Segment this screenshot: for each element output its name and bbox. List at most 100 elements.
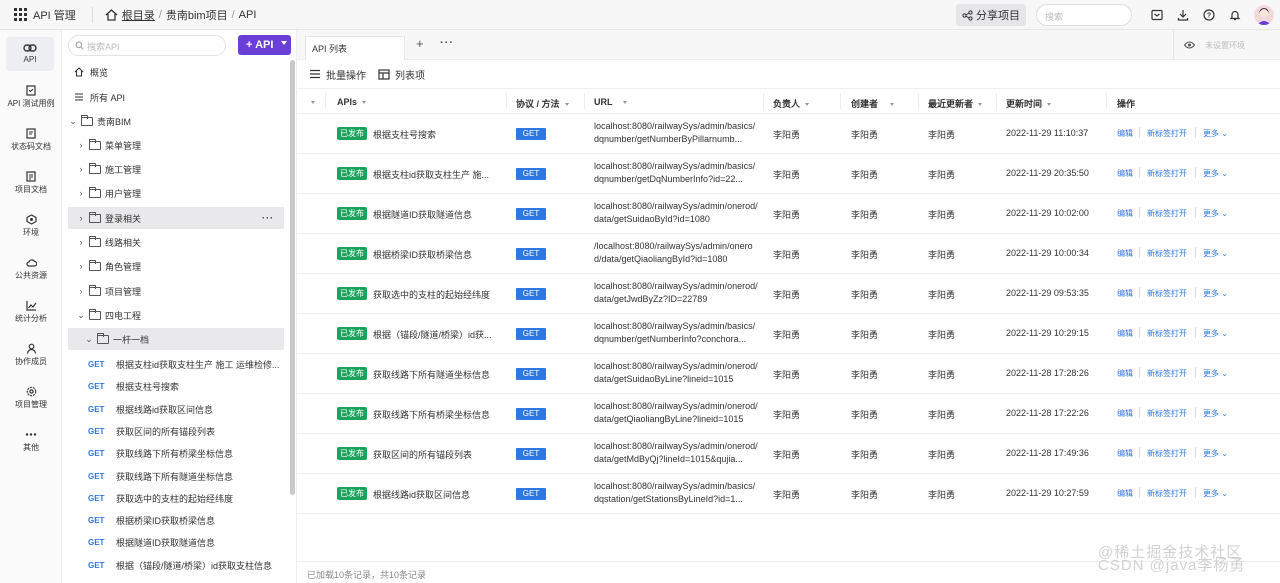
tree-folder[interactable]: ⌄ 四电工程 [68, 304, 284, 326]
chevron-right-icon[interactable]: › [76, 261, 86, 271]
table-row[interactable]: 已发布 根据桥梁ID获取桥梁信息 GET/localhost:8080/railwa… [297, 234, 1280, 274]
tree-folder-root[interactable]: ⌄ 贵南BIM [68, 110, 284, 132]
more-actions-dropdown[interactable]: 更多 ⌄ [1203, 128, 1228, 139]
more-actions-dropdown[interactable]: 更多 ⌄ [1203, 248, 1228, 259]
column-header-apis[interactable]: APIs [337, 97, 367, 107]
global-search-input[interactable]: 搜索 [1036, 4, 1132, 26]
table-row[interactable]: 已发布 根据隧道ID获取隧道信息 GET localhost:8080/railway… [297, 194, 1280, 234]
tree-api-item[interactable]: GET 获取线路下所有隧道坐标信息 [68, 465, 284, 487]
chevron-right-icon[interactable]: › [76, 286, 86, 296]
more-options-icon[interactable]: ··· [262, 213, 274, 223]
api-name-link[interactable]: 获取线路下所有隧道坐标信息 [373, 368, 499, 381]
columns-button[interactable]: 列表项 [378, 67, 425, 82]
nav-item-project-docs[interactable]: 项目文档 [0, 171, 62, 195]
api-name-link[interactable]: 根据隧道ID获取隧道信息 [373, 208, 499, 221]
table-row[interactable]: 已发布 获取区间的所有锚段列表 GET localhost:8080/railwayS… [297, 434, 1280, 474]
tree-folder[interactable]: › 施工管理 [68, 158, 284, 180]
tree-api-item[interactable]: GET 根据隧道ID获取隧道信息 [68, 531, 284, 553]
edit-link[interactable]: 编辑 [1117, 368, 1133, 379]
tree-item-all-api[interactable]: 所有 API [68, 86, 284, 108]
column-header-protocol[interactable]: 协议 / 方法 [516, 97, 569, 110]
table-row[interactable]: 已发布 根据支柱id获取支柱生产 施... GET localhost:8080/ra… [297, 154, 1280, 194]
tree-api-item[interactable]: GET 根据桥梁ID获取桥梁信息 [68, 509, 284, 531]
tree-item-overview[interactable]: 概览 [68, 61, 284, 83]
open-new-tab-link[interactable]: 新标签打开 [1147, 208, 1187, 219]
more-actions-dropdown[interactable]: 更多 ⌄ [1203, 448, 1228, 459]
select-all-caret[interactable] [311, 97, 315, 107]
edit-link[interactable]: 编辑 [1117, 288, 1133, 299]
message-icon[interactable] [1144, 4, 1170, 26]
table-row[interactable]: 已发布 获取线路下所有隧道坐标信息 GET localhost:8080/railwa… [297, 354, 1280, 394]
chevron-down-icon[interactable]: ⌄ [84, 334, 94, 345]
tree-search-input[interactable]: 搜索API [68, 35, 226, 56]
user-avatar[interactable] [1254, 5, 1274, 25]
nav-item-status-docs[interactable]: 状态码文档 [0, 128, 62, 152]
more-actions-dropdown[interactable]: 更多 ⌄ [1203, 168, 1228, 179]
nav-item-project-settings[interactable]: 项目管理 [0, 386, 62, 410]
chevron-down-icon[interactable] [281, 41, 287, 45]
tree-api-item[interactable]: GET 获取区间的所有锚段列表 [68, 420, 284, 442]
chevron-right-icon[interactable]: › [76, 164, 86, 174]
breadcrumb-root-link[interactable]: 根目录 [122, 7, 155, 23]
tree-scrollbar[interactable] [290, 60, 295, 495]
edit-link[interactable]: 编辑 [1117, 208, 1133, 219]
api-name-link[interactable]: 获取区间的所有锚段列表 [373, 448, 499, 461]
open-new-tab-link[interactable]: 新标签打开 [1147, 128, 1187, 139]
table-row[interactable]: 已发布 获取线路下所有桥梁坐标信息 GET localhost:8080/railwa… [297, 394, 1280, 434]
add-api-button[interactable]: + API [238, 35, 291, 55]
column-header-updater[interactable]: 最近更新者 [928, 97, 983, 110]
chevron-right-icon[interactable]: › [76, 213, 86, 223]
tree-api-item[interactable]: GET 根据线路id获取区间信息 [68, 398, 284, 420]
tree-api-item[interactable]: GET 根据（锚段/隧道/桥梁）id获取支柱信息 [68, 554, 284, 576]
open-new-tab-link[interactable]: 新标签打开 [1147, 368, 1187, 379]
tree-api-item[interactable]: GET 根据支柱号搜索 [68, 375, 284, 397]
tree-api-item[interactable]: GET 获取选中的支柱的起始经纬度 [68, 487, 284, 509]
share-project-button[interactable]: 分享项目 [956, 4, 1026, 26]
table-row[interactable]: 已发布 根据支柱号搜索 GET localhost:8080/railwaySys/a… [297, 114, 1280, 154]
edit-link[interactable]: 编辑 [1117, 448, 1133, 459]
tab-api-list[interactable]: API 列表 [305, 36, 405, 60]
open-new-tab-link[interactable]: 新标签打开 [1147, 168, 1187, 179]
edit-link[interactable]: 编辑 [1117, 168, 1133, 179]
more-actions-dropdown[interactable]: 更多 ⌄ [1203, 368, 1228, 379]
nav-item-other[interactable]: 其他 [0, 429, 62, 453]
table-row[interactable]: 已发布 根据（锚段/隧道/桥梁）id获... GET localhost:8080/r… [297, 314, 1280, 354]
edit-link[interactable]: 编辑 [1117, 328, 1133, 339]
api-name-link[interactable]: 根据支柱号搜索 [373, 128, 499, 141]
nav-item-environment[interactable]: 环境 [0, 214, 62, 238]
column-header-owner[interactable]: 负责人 [773, 97, 810, 110]
environment-select[interactable]: 未设置环境 [1173, 30, 1280, 60]
nav-item-members[interactable]: 协作成员 [0, 343, 62, 367]
edit-link[interactable]: 编辑 [1117, 248, 1133, 259]
nav-item-test-cases[interactable]: API 测试用例 [0, 85, 62, 109]
open-new-tab-link[interactable]: 新标签打开 [1147, 288, 1187, 299]
api-name-link[interactable]: 获取选中的支柱的起始经纬度 [373, 288, 499, 301]
add-tab-button[interactable]: + [416, 36, 424, 51]
api-name-link[interactable]: 根据桥梁ID获取桥梁信息 [373, 248, 499, 261]
more-actions-dropdown[interactable]: 更多 ⌄ [1203, 408, 1228, 419]
open-new-tab-link[interactable]: 新标签打开 [1147, 488, 1187, 499]
more-actions-dropdown[interactable]: 更多 ⌄ [1203, 488, 1228, 499]
tree-folder-selected[interactable]: › 登录相关 ··· [68, 207, 284, 229]
open-new-tab-link[interactable]: 新标签打开 [1147, 448, 1187, 459]
api-name-link[interactable]: 根据（锚段/隧道/桥梁）id获... [373, 328, 499, 341]
column-header-updated[interactable]: 更新时间 [1006, 97, 1052, 110]
nav-item-api[interactable]: API [6, 37, 54, 71]
batch-operation-button[interactable]: 批量操作 [309, 67, 366, 82]
chevron-right-icon[interactable]: › [76, 140, 86, 150]
open-new-tab-link[interactable]: 新标签打开 [1147, 328, 1187, 339]
tab-more-button[interactable]: ··· [440, 37, 454, 49]
edit-link[interactable]: 编辑 [1117, 128, 1133, 139]
more-actions-dropdown[interactable]: 更多 ⌄ [1203, 208, 1228, 219]
chevron-right-icon[interactable]: › [76, 237, 86, 247]
api-name-link[interactable]: 获取线路下所有桥梁坐标信息 [373, 408, 499, 421]
tree-folder[interactable]: › 线路相关 [68, 231, 284, 253]
tree-subfolder[interactable]: ⌄ 一杆一档 [68, 328, 284, 350]
notification-bell-icon[interactable] [1222, 4, 1248, 26]
chevron-down-icon[interactable]: ⌄ [76, 310, 86, 321]
edit-link[interactable]: 编辑 [1117, 408, 1133, 419]
edit-link[interactable]: 编辑 [1117, 488, 1133, 499]
table-row[interactable]: 已发布 获取选中的支柱的起始经纬度 GET localhost:8080/railwa… [297, 274, 1280, 314]
help-icon[interactable]: ? [1196, 4, 1222, 26]
tree-api-item[interactable]: GET 获取线路下所有桥梁坐标信息 [68, 442, 284, 464]
